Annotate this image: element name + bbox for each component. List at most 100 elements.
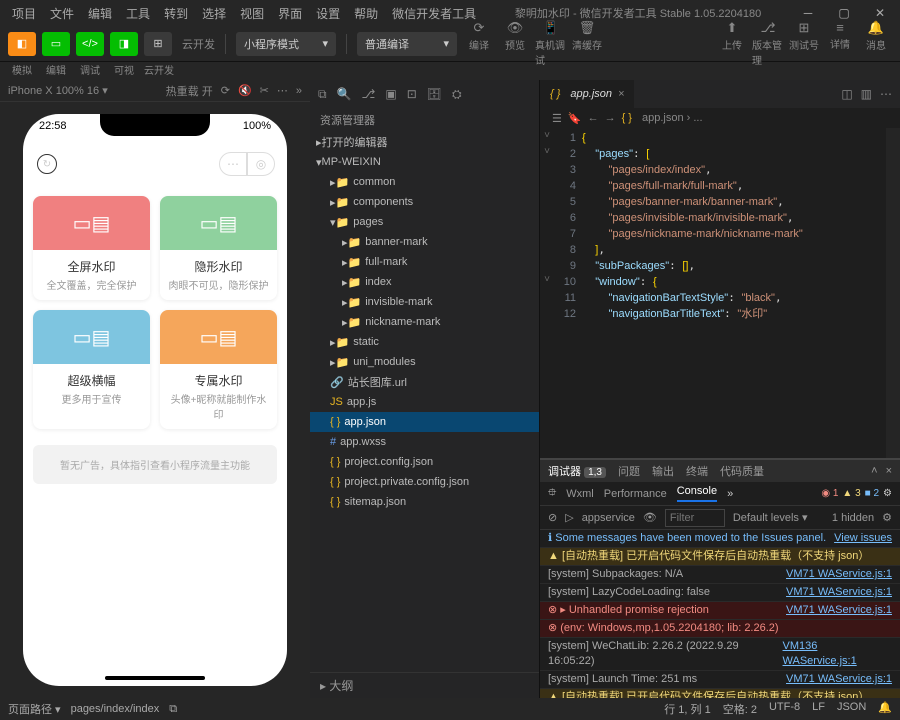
bookmark-icon[interactable]: 🔖	[568, 112, 582, 125]
stop-icon[interactable]: ⊘	[548, 511, 557, 524]
feature-card[interactable]: ▭▤隐形水印肉眼不可见，隐形保护	[160, 196, 277, 300]
tree-item[interactable]: ▸ 📁invisible-mark	[310, 292, 539, 312]
toolbar-right-action[interactable]: ⬆上传	[716, 20, 748, 67]
tree-item[interactable]: 🔗站长图库.url	[310, 372, 539, 392]
toolbar-action[interactable]: 🗑清缓存	[571, 20, 603, 67]
menu-item[interactable]: 选择	[196, 2, 232, 25]
tree-item[interactable]: ▸ 📁banner-mark	[310, 232, 539, 252]
menu-item[interactable]: 设置	[310, 2, 346, 25]
page-path[interactable]: pages/index/index	[71, 703, 160, 715]
search-icon[interactable]: 🔍	[337, 87, 352, 101]
language[interactable]: JSON	[837, 701, 866, 717]
menu-item[interactable]: 文件	[44, 2, 80, 25]
feature-card[interactable]: ▭▤全屏水印全文覆盖，完全保护	[33, 196, 150, 300]
feature-card[interactable]: ▭▤超级横幅更多用于宣传	[33, 310, 150, 429]
tree-item[interactable]: ▾ 📁pages	[310, 212, 539, 232]
filter-input[interactable]	[665, 509, 725, 527]
tree-item[interactable]: ▸ 📁common	[310, 172, 539, 192]
tree-item[interactable]: ▸ 📁nickname-mark	[310, 312, 539, 332]
console-line[interactable]: ▲ [自动热重载] 已开启代码文件保存后自动热重载（不支持 json）	[540, 689, 900, 698]
gear-icon[interactable]: ⚙	[883, 488, 892, 499]
inspect-icon[interactable]: ⯐	[548, 484, 556, 503]
levels-select[interactable]: Default levels ▾	[733, 511, 808, 524]
menu-item[interactable]: 项目	[6, 2, 42, 25]
console-tab[interactable]: Console	[677, 485, 717, 502]
indent-info[interactable]: 空格: 2	[723, 701, 757, 717]
problems-tab[interactable]: 问题	[618, 463, 640, 479]
tree-item[interactable]: ▸ 📁components	[310, 192, 539, 212]
logo-icon[interactable]: ◧	[8, 32, 36, 56]
terminal-tab[interactable]: 终端	[686, 463, 708, 479]
bell-icon[interactable]: 🔔	[878, 701, 892, 717]
compile-select[interactable]: 普通编译▾	[357, 32, 457, 56]
tree-item[interactable]: ▸ 📁static	[310, 332, 539, 352]
console-line[interactable]: ▲ [自动热重载] 已开启代码文件保存后自动热重载（不支持 json）	[540, 548, 900, 566]
tree-item[interactable]: ▸ 📁uni_modules	[310, 352, 539, 372]
expand-icon[interactable]: »	[296, 85, 302, 97]
tree-item[interactable]: { }app.json	[310, 412, 539, 432]
toolbar-right-action[interactable]: ≡详情	[824, 20, 856, 67]
panel-close-icon[interactable]: ×	[886, 465, 892, 477]
outline-section[interactable]: ▸ 大纲	[310, 672, 539, 698]
tree-item[interactable]: { }project.private.config.json	[310, 472, 539, 492]
devtools-more-icon[interactable]: »	[727, 488, 733, 500]
box-icon[interactable]: ▣	[385, 87, 396, 101]
ext-icon[interactable]: ⊡	[407, 87, 417, 101]
tree-item[interactable]: ▸ 📁index	[310, 272, 539, 292]
files-icon[interactable]: ⧉	[318, 87, 327, 102]
clear-icon[interactable]: ▷	[565, 511, 573, 524]
cursor-pos[interactable]: 行 1, 列 1	[664, 701, 710, 717]
wxml-tab[interactable]: Wxml	[566, 488, 594, 500]
menu-item[interactable]: 编辑	[82, 2, 118, 25]
performance-tab[interactable]: Performance	[604, 488, 667, 500]
debugger-tab[interactable]: 调试器 1,3	[548, 463, 606, 479]
list-icon[interactable]: ☰	[552, 112, 562, 125]
console-line[interactable]: ℹ Some messages have been moved to the I…	[540, 530, 900, 548]
tree-item[interactable]: #app.wxss	[310, 432, 539, 452]
console-line[interactable]: [system] WeChatLib: 2.26.2 (2022.9.29 16…	[540, 638, 900, 671]
root-folder[interactable]: ▾ MP-WEIXIN	[310, 152, 539, 172]
minimize-icon[interactable]: ─	[794, 6, 822, 20]
quality-tab[interactable]: 代码质量	[720, 463, 764, 479]
feature-card[interactable]: ▭▤专属水印头像+昵称就能制作水印	[160, 310, 277, 429]
tree-item[interactable]: { }sitemap.json	[310, 492, 539, 512]
tab-close-icon[interactable]: ×	[618, 88, 624, 100]
menu-item[interactable]: 转到	[158, 2, 194, 25]
warn-badge[interactable]: ▲ 3	[842, 488, 860, 499]
simulator-toggle[interactable]: ▭	[42, 32, 70, 56]
toolbar-action[interactable]: ⟳编译	[463, 20, 495, 67]
toolbar-right-action[interactable]: 🔔消息	[860, 20, 892, 67]
console-line[interactable]: [system] Launch Time: 251 msVM71 WAServi…	[540, 671, 900, 689]
toolbar-right-action[interactable]: ⊞测试号	[788, 20, 820, 67]
refresh-icon[interactable]: ↻	[37, 154, 57, 174]
error-badge[interactable]: ◉ 1	[821, 488, 838, 499]
toolbar-action[interactable]: 📱真机调试	[535, 20, 567, 67]
info-badge[interactable]: ■ 2	[865, 488, 879, 499]
panel-up-icon[interactable]: ˄	[871, 465, 877, 477]
toolbar-right-action[interactable]: ⎇版本管理	[752, 20, 784, 67]
hidden-count[interactable]: 1 hidden	[832, 512, 874, 524]
console-gear-icon[interactable]: ⚙	[882, 511, 892, 524]
panel-icon[interactable]: ▥	[861, 87, 872, 101]
console-line[interactable]: [system] Subpackages: N/AVM71 WAService.…	[540, 566, 900, 584]
console-line[interactable]: [system] LazyCodeLoading: falseVM71 WASe…	[540, 584, 900, 602]
device-select[interactable]: iPhone X 100% 16 ▾	[8, 84, 108, 97]
code-editor[interactable]: { "pages": [ "pages/index/index", "pages…	[582, 128, 886, 458]
output-tab[interactable]: 输出	[652, 463, 674, 479]
menu-dots-icon[interactable]: ⋯	[219, 152, 247, 176]
context-select[interactable]: appservice	[582, 512, 635, 524]
copy-icon[interactable]: ⧉	[169, 703, 177, 716]
eye-icon[interactable]: 👁	[643, 511, 657, 524]
tree-item[interactable]: JSapp.js	[310, 392, 539, 412]
breadcrumb[interactable]: ☰ 🔖 ←→ { }app.json › ...	[540, 108, 900, 128]
menu-item[interactable]: 视图	[234, 2, 270, 25]
tree-item[interactable]: ▸ 📁full-mark	[310, 252, 539, 272]
menu-item[interactable]: 工具	[120, 2, 156, 25]
close-icon[interactable]: ✕	[866, 6, 894, 20]
toolbar-action[interactable]: 👁预览	[499, 20, 531, 67]
menu-item[interactable]: 界面	[272, 2, 308, 25]
db-icon[interactable]: 🗄	[427, 87, 442, 101]
hot-reload-toggle[interactable]: 热重载 开	[166, 83, 213, 99]
console-line[interactable]: ⊗ (env: Windows,mp,1.05.2204180; lib: 2.…	[540, 620, 900, 638]
menu-item[interactable]: 帮助	[348, 2, 384, 25]
